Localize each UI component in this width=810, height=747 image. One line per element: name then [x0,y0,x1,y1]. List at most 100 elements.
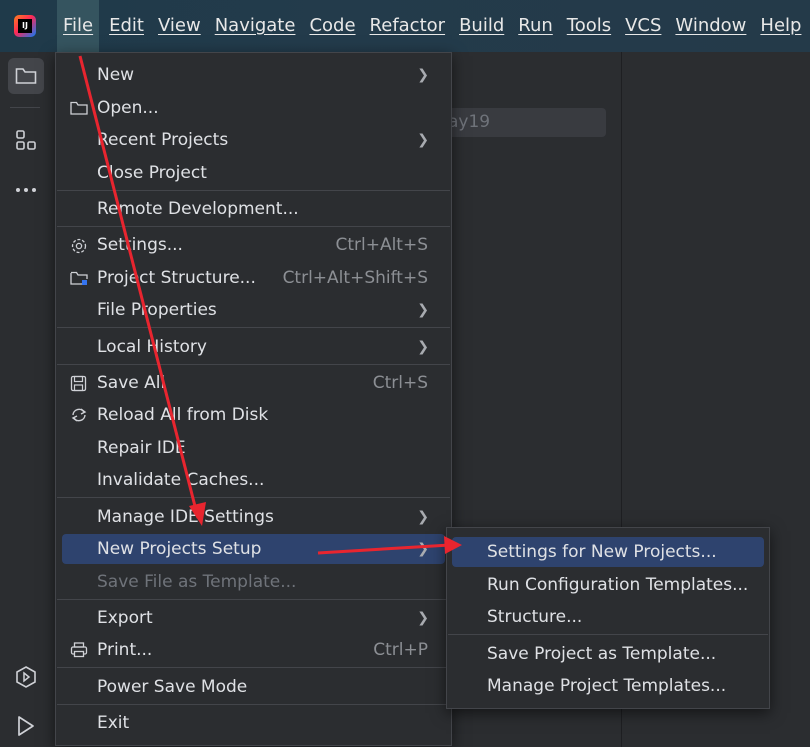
menu-item-invalidate-caches[interactable]: Invalidate Caches... [62,465,445,495]
menu-separator [57,704,450,705]
menu-item-label: Remote Development... [97,199,299,219]
submenu-item-run-configuration-templates[interactable]: Run Configuration Templates... [452,570,764,600]
menu-item-remote-development[interactable]: Remote Development... [62,194,445,224]
menu-separator [57,364,450,365]
menu-item-new[interactable]: New ❯ [62,60,445,90]
menubar-build[interactable]: Build [455,0,508,52]
menu-item-label: Power Save Mode [97,677,248,697]
services-icon[interactable] [8,659,44,695]
menu-item-label: Save File as Template... [97,572,297,592]
menu-item-save-file-as-template: Save File as Template... [62,567,445,597]
folder-icon [70,100,88,116]
chevron-right-icon: ❯ [417,132,429,148]
printer-icon [70,642,88,658]
submenu-item-save-project-as-template[interactable]: Save Project as Template... [452,639,764,669]
menu-item-label: Reload All from Disk [97,405,269,425]
menu-item-label: Settings for New Projects... [487,542,717,562]
menubar-window[interactable]: Window [671,0,750,52]
menu-separator [448,634,768,635]
menu-item-label: Export [97,608,153,628]
app-logo-icon[interactable]: IJ [14,15,36,37]
menu-item-label: Local History [97,337,207,357]
menubar-tools[interactable]: Tools [563,0,615,52]
more-tools-icon[interactable] [8,172,44,208]
menu-item-open[interactable]: Open... [62,93,445,123]
menubar-help[interactable]: Help [756,0,805,52]
app-logo-text: IJ [18,19,32,33]
menu-item-recent-projects[interactable]: Recent Projects ❯ [62,125,445,155]
menu-item-repair-ide[interactable]: Repair IDE [62,433,445,463]
menubar-file[interactable]: File [57,0,100,52]
menu-separator [57,497,450,498]
menu-item-label: Save All [97,373,166,393]
chevron-right-icon: ❯ [417,302,429,318]
chevron-right-icon: ❯ [417,339,429,355]
menu-item-label: New [97,65,135,85]
project-structure-icon [70,270,88,286]
menu-item-close-project[interactable]: Close Project [62,158,445,188]
menu-item-file-properties[interactable]: File Properties ❯ [62,295,445,325]
menu-item-label: Run Configuration Templates... [487,575,749,595]
menu-item-label: Manage Project Templates... [487,676,727,696]
menu-item-label: Print... [97,640,153,660]
menu-item-save-all[interactable]: Save All Ctrl+S [62,368,445,398]
menu-item-label: Save Project as Template... [487,644,717,664]
chevron-right-icon: ❯ [417,610,429,626]
menu-item-label: Manage IDE Settings [97,507,274,527]
menu-item-manage-ide-settings[interactable]: Manage IDE Settings ❯ [62,502,445,532]
save-icon [70,375,88,392]
chevron-right-icon: ❯ [417,67,429,83]
menu-item-new-projects-setup[interactable]: New Projects Setup ❯ [62,534,445,564]
menu-item-exit[interactable]: Exit [62,708,445,738]
menu-item-label: New Projects Setup [97,539,262,559]
menubar-vcs[interactable]: VCS [621,0,665,52]
menu-item-label: Open... [97,98,159,118]
menu-item-power-save-mode[interactable]: Power Save Mode [62,672,445,702]
shortcut-text: Ctrl+Alt+S [335,235,428,255]
menu-item-label: Repair IDE [97,438,186,458]
title-bar: IJ File Edit View Navigate Code Refactor Build… [0,0,810,52]
project-folder-icon[interactable] [8,58,44,94]
menu-item-project-structure[interactable]: Project Structure... Ctrl+Alt+Shift+S [62,263,445,293]
menu-separator [57,327,450,328]
menu-item-export[interactable]: Export ❯ [62,603,445,633]
main-menu-bar: File Edit View Navigate Code Refactor Build Run… [57,0,810,52]
chevron-right-icon: ❯ [417,541,429,557]
shortcut-text: Ctrl+Alt+Shift+S [282,268,428,288]
menu-item-print[interactable]: Print... Ctrl+P [62,635,445,665]
new-projects-setup-submenu: Settings for New Projects... Run Configu… [446,527,770,709]
menubar-view[interactable]: View [154,0,205,52]
menu-separator [57,226,450,227]
chevron-right-icon: ❯ [417,509,429,525]
left-tool-strip [0,52,53,747]
menu-item-label: Structure... [487,607,583,627]
gear-icon [70,237,88,254]
reload-icon [70,407,88,423]
menubar-edit[interactable]: Edit [105,0,148,52]
menu-item-local-history[interactable]: Local History ❯ [62,332,445,362]
menu-item-label: Settings... [97,235,183,255]
file-menu: New ❯ Open... Recent Projects ❯ Close Proj… [55,52,452,746]
background-search-field[interactable]: ay19 [440,108,606,137]
structure-icon[interactable] [8,122,44,158]
shortcut-text: Ctrl+S [372,373,428,393]
run-icon[interactable] [8,708,44,744]
menu-item-label: Close Project [97,163,207,183]
menu-item-label: Invalidate Caches... [97,470,265,490]
menu-item-label: Exit [97,713,130,733]
submenu-item-manage-project-templates[interactable]: Manage Project Templates... [452,671,764,701]
menu-separator [57,599,450,600]
menu-item-label: Recent Projects [97,130,229,150]
menubar-code[interactable]: Code [305,0,359,52]
menu-item-settings[interactable]: Settings... Ctrl+Alt+S [62,230,445,260]
menubar-refactor[interactable]: Refactor [366,0,450,52]
menubar-run[interactable]: Run [514,0,557,52]
submenu-item-structure[interactable]: Structure... [452,602,764,632]
menu-item-label: File Properties [97,300,217,320]
menu-separator [57,667,450,668]
menubar-navigate[interactable]: Navigate [211,0,300,52]
menu-item-reload-all[interactable]: Reload All from Disk [62,400,445,430]
shortcut-text: Ctrl+P [373,640,428,660]
submenu-item-settings-for-new-projects[interactable]: Settings for New Projects... [452,537,764,567]
menu-separator [57,190,450,191]
